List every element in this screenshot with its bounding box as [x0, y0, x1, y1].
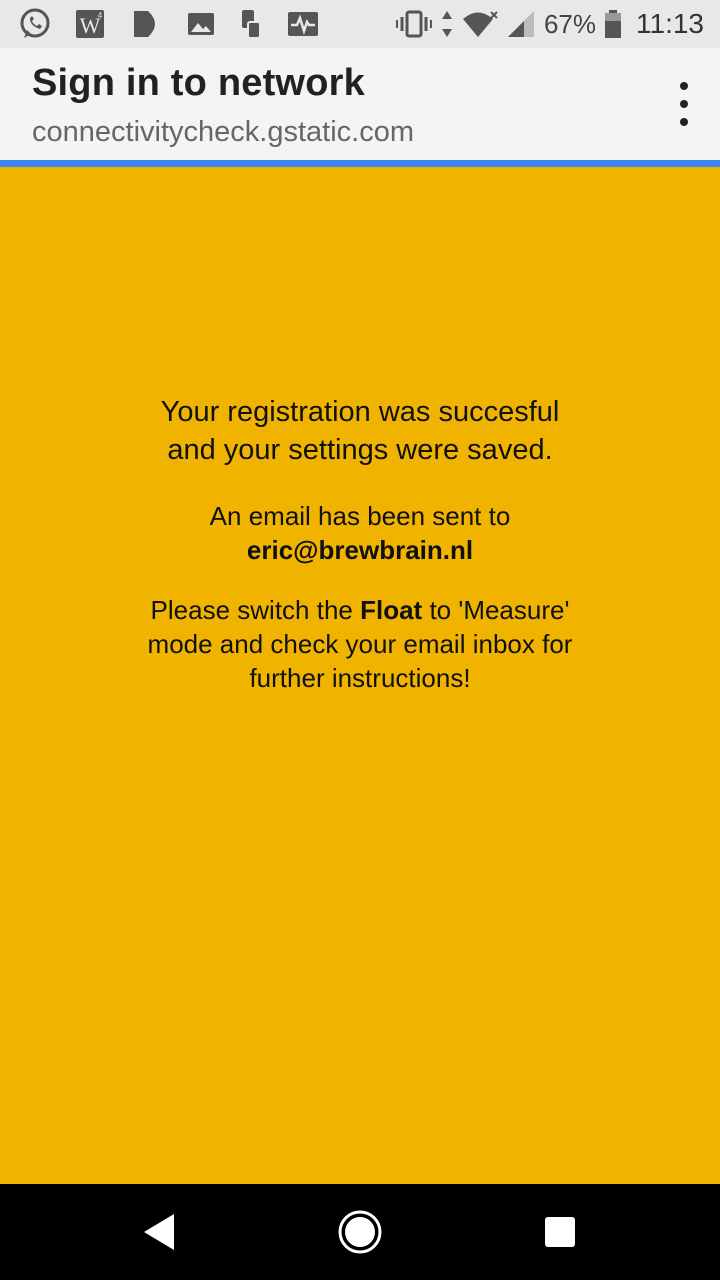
svg-text:4: 4 [98, 11, 103, 20]
clock: 11:13 [636, 8, 704, 39]
registration-line-2: and your settings were saved. [167, 434, 553, 466]
instructions-line-1: Please switch the Float to 'Measure' [60, 593, 660, 627]
email-intro: An email has been sent to [209, 501, 511, 531]
vibrate-icon [395, 10, 432, 38]
notification-icons: W 4 [18, 6, 320, 42]
progress-bar [0, 160, 720, 167]
recents-icon [545, 1217, 575, 1247]
data-arrows-icon [441, 11, 452, 37]
instr-pre: Please switch the [150, 595, 361, 625]
page-title: Sign in to network [32, 62, 365, 104]
recents-button[interactable] [536, 1208, 584, 1256]
home-button[interactable] [336, 1208, 384, 1256]
registration-line-1: Your registration was succesful [160, 396, 560, 428]
whatsapp-icon [20, 8, 50, 38]
more-vert-icon[interactable] [672, 82, 696, 126]
word-icon: W 4 [76, 10, 104, 38]
instructions-message: Please switch the Float to 'Measure' mod… [60, 593, 660, 695]
battery-percent: 67% [543, 8, 596, 39]
screen: W 4 67% 11:13 Sign in to network connect… [0, 0, 720, 1280]
system-icons: 67% 11:13 [395, 6, 704, 42]
back-button[interactable] [136, 1208, 184, 1256]
instructions-line-2: mode and check your email inbox for [147, 629, 573, 659]
navigation-bar [0, 1184, 720, 1280]
battery-icon [605, 10, 621, 38]
status-bar: W 4 67% 11:13 [0, 0, 720, 48]
play-icon [134, 11, 155, 37]
app-bar: Sign in to network connectivitycheck.gst… [0, 48, 720, 160]
instr-float: Float [360, 595, 423, 625]
portal-content: Your registration was succesful and your… [0, 167, 720, 1184]
email-address: eric@brewbrain.nl [246, 535, 474, 565]
instr-post: to 'Measure' [422, 595, 570, 625]
wifi-icon [462, 11, 498, 37]
instructions-line-3: further instructions! [249, 663, 471, 693]
phone-device-icon [242, 10, 261, 39]
message-block: Your registration was succesful and your… [60, 393, 660, 695]
home-icon [338, 1210, 382, 1254]
registration-message: Your registration was succesful and your… [60, 393, 660, 469]
email-message: An email has been sent to eric@brewbrain… [60, 499, 660, 567]
gallery-icon [188, 13, 214, 35]
activity-icon [288, 12, 318, 36]
page-url: connectivitycheck.gstatic.com [32, 116, 414, 148]
signal-icon [507, 11, 534, 37]
back-icon [144, 1214, 174, 1250]
